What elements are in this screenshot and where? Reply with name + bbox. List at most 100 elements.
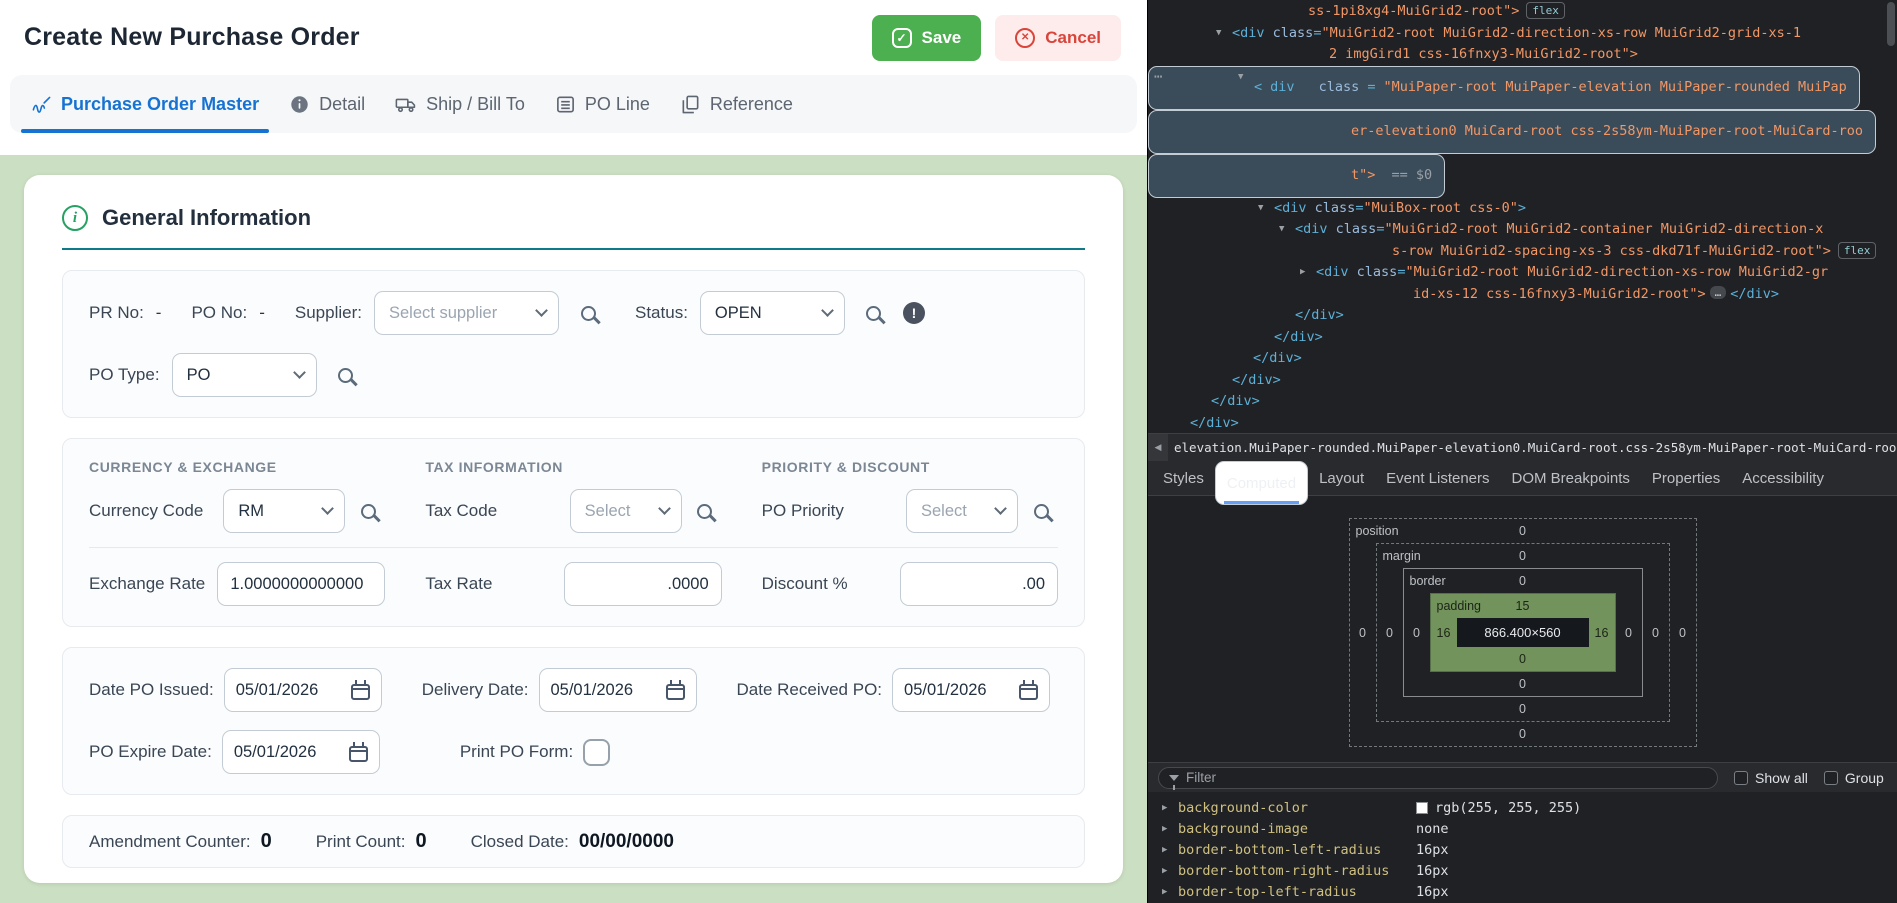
chevron-down-icon [994, 502, 1007, 515]
filter-input[interactable]: Filter [1158, 767, 1718, 789]
save-button[interactable]: ✓ Save [872, 15, 982, 61]
flex-badge[interactable]: flex [1526, 2, 1565, 19]
search-icon [697, 504, 712, 519]
devtools-tab-accessibility[interactable]: Accessibility [1731, 461, 1835, 495]
po-priority-select[interactable]: Select [906, 489, 1018, 533]
devtools-tab-dom-breakpoints[interactable]: DOM Breakpoints [1501, 461, 1641, 495]
tab-po-line[interactable]: PO Line [540, 75, 665, 133]
expand-arrow-icon[interactable]: ▶ [1162, 866, 1178, 876]
dom-tree-node[interactable]: </div> [1148, 391, 1897, 413]
financial-fieldset: CURRENCY & EXCHANGE TAX INFORMATION PRIO… [62, 438, 1085, 627]
po-priority-placeholder: Select [921, 502, 967, 521]
dom-tree-node[interactable]: ss-1pi8xg4-MuiGrid2-root">flex [1148, 1, 1897, 23]
tab-detail[interactable]: Detail [274, 75, 380, 133]
dom-tree-node[interactable]: ▶<div class="MuiGrid2-root MuiGrid2-dire… [1148, 262, 1897, 284]
tree-collapse-arrow-icon[interactable]: ▼ [1238, 67, 1243, 89]
dom-tree-node[interactable]: ▼<div class="MuiBox-root css-0"> [1148, 198, 1897, 220]
tax-rate-input[interactable]: .0000 [564, 562, 722, 606]
expand-arrow-icon[interactable]: ▶ [1162, 803, 1178, 813]
devtools-tab-layout[interactable]: Layout [1308, 461, 1375, 495]
breadcrumb-scroll-left-button[interactable]: ◀ [1148, 434, 1168, 461]
exchange-rate-input[interactable]: 1.0000000000000 [217, 562, 385, 606]
po-no-value: - [259, 303, 265, 323]
tree-expand-arrow-icon[interactable]: ▶ [1300, 262, 1305, 284]
code-token: < [1316, 264, 1324, 280]
dom-tree-node[interactable]: ▼<div class="MuiGrid2-root MuiGrid2-dire… [1148, 23, 1897, 45]
tax-search-button[interactable] [688, 494, 722, 528]
cancel-button-label: Cancel [1045, 28, 1101, 48]
date-po-issued-input[interactable]: 05/01/2026 [224, 668, 382, 712]
dom-tree-node[interactable]: ▼⋯<div class="MuiPaper-root MuiPaper-ele… [1148, 66, 1860, 110]
supplier-select[interactable]: Select supplier [374, 291, 559, 335]
flex-badge[interactable]: flex [1838, 242, 1877, 259]
dom-tree-node[interactable]: s-row MuiGrid2-spacing-xs-3 css-dkd71f-M… [1148, 241, 1897, 263]
group-checkbox[interactable]: Group [1824, 770, 1884, 786]
breadcrumb[interactable]: elevation.MuiPaper-rounded.MuiPaper-elev… [1168, 440, 1897, 455]
tab-purchase-order-master[interactable]: Purchase Order Master [16, 75, 274, 133]
currency-group-header: CURRENCY & EXCHANGE [89, 459, 385, 475]
po-identification-fieldset: PR No: - PO No: - Supplier: Select suppl… [62, 270, 1085, 418]
tab-label: PO Line [585, 94, 650, 115]
dom-tree-node[interactable]: id-xs-12 css-16fnxy3-MuiGrid2-root">…</d… [1148, 284, 1897, 306]
computed-property-row[interactable]: ▶border-bottom-left-radius16px [1148, 839, 1897, 860]
delivery-date-input[interactable]: 05/01/2026 [539, 668, 697, 712]
dom-tree-node[interactable]: </div> [1148, 370, 1897, 392]
tax-code-select[interactable]: Select [570, 489, 682, 533]
devtools-tab-computed[interactable]: Computed [1215, 461, 1308, 505]
dom-tree-node[interactable]: ▼<div class="MuiGrid2-root MuiGrid2-cont… [1148, 219, 1897, 241]
node-overflow-dots-icon[interactable]: ⋯ [1154, 67, 1163, 89]
computed-property-row[interactable]: ▶border-bottom-right-radius16px [1148, 860, 1897, 881]
computed-filter-bar: Filter Show all Group [1148, 762, 1897, 792]
computed-property-row[interactable]: ▶border-top-left-radius16px [1148, 881, 1897, 902]
print-po-form-checkbox[interactable] [583, 739, 610, 766]
code-token: = [1367, 77, 1375, 99]
purchase-order-app: Create New Purchase Order ✓ Save ✕ Cance… [0, 0, 1147, 903]
cancel-button[interactable]: ✕ Cancel [995, 15, 1121, 61]
computed-property-row[interactable]: ▶background-colorrgb(255, 255, 255) [1148, 797, 1897, 818]
dom-tree-node[interactable]: 2 imgGird1 css-16fnxy3-MuiGrid2-root"> [1148, 44, 1897, 66]
code-token: class [1319, 77, 1360, 99]
currency-search-button[interactable] [351, 494, 385, 528]
code-token: < [1232, 25, 1240, 41]
delivery-date-label: Delivery Date: [422, 680, 529, 700]
dom-tree-node[interactable]: er-elevation0 MuiCard-root css-2s58ym-Mu… [1148, 110, 1876, 154]
show-all-checkbox[interactable]: Show all [1734, 770, 1808, 786]
status-search-button[interactable] [857, 296, 891, 330]
collapsed-children-dots[interactable]: … [1710, 286, 1727, 299]
box-model-value: padding15 [1431, 594, 1615, 618]
code-token: < [1254, 77, 1262, 99]
tree-collapse-arrow-icon[interactable]: ▼ [1279, 219, 1284, 241]
box-model-value: 0 [1616, 593, 1642, 672]
section-info-icon: i [62, 205, 88, 231]
devtools-tab-properties[interactable]: Properties [1641, 461, 1731, 495]
dom-tree-node[interactable]: </div> [1148, 327, 1897, 349]
code-token: > [1273, 372, 1281, 388]
tab-reference[interactable]: Reference [665, 75, 808, 133]
date-received-po-input[interactable]: 05/01/2026 [892, 668, 1050, 712]
supplier-search-button[interactable] [571, 296, 605, 330]
dom-tree-node[interactable]: t"> == $0 [1148, 154, 1445, 198]
po-type-search-button[interactable] [329, 358, 363, 392]
dom-tree-node[interactable]: </div> [1148, 348, 1897, 370]
tree-collapse-arrow-icon[interactable]: ▼ [1258, 198, 1263, 220]
devtools-breadcrumb-bar: ◀ elevation.MuiPaper-rounded.MuiPaper-el… [1148, 433, 1897, 461]
dom-tree-node[interactable]: </div> [1148, 305, 1897, 327]
po-expire-date-input[interactable]: 05/01/2026 [222, 730, 380, 774]
dom-tree-node[interactable]: </div> [1148, 413, 1897, 434]
priority-search-button[interactable] [1024, 494, 1058, 528]
devtools-elements-tree: ss-1pi8xg4-MuiGrid2-root">flex▼<div clas… [1148, 0, 1897, 433]
currency-code-select[interactable]: RM [223, 489, 345, 533]
computed-property-row[interactable]: ▶background-imagenone [1148, 818, 1897, 839]
expand-arrow-icon[interactable]: ▶ [1162, 887, 1178, 897]
status-select[interactable]: OPEN [700, 291, 845, 335]
devtools-tab-event-listeners[interactable]: Event Listeners [1375, 461, 1500, 495]
po-type-select[interactable]: PO [172, 353, 317, 397]
devtools-tab-styles[interactable]: Styles [1152, 461, 1215, 495]
discount-input[interactable]: .00 [900, 562, 1058, 606]
expand-arrow-icon[interactable]: ▶ [1162, 845, 1178, 855]
tree-collapse-arrow-icon[interactable]: ▼ [1216, 23, 1221, 45]
code-token: div [1269, 350, 1293, 366]
tab-ship-bill-to[interactable]: Ship / Bill To [380, 75, 540, 133]
expand-arrow-icon[interactable]: ▶ [1162, 824, 1178, 834]
group-label: Group [1845, 770, 1884, 786]
